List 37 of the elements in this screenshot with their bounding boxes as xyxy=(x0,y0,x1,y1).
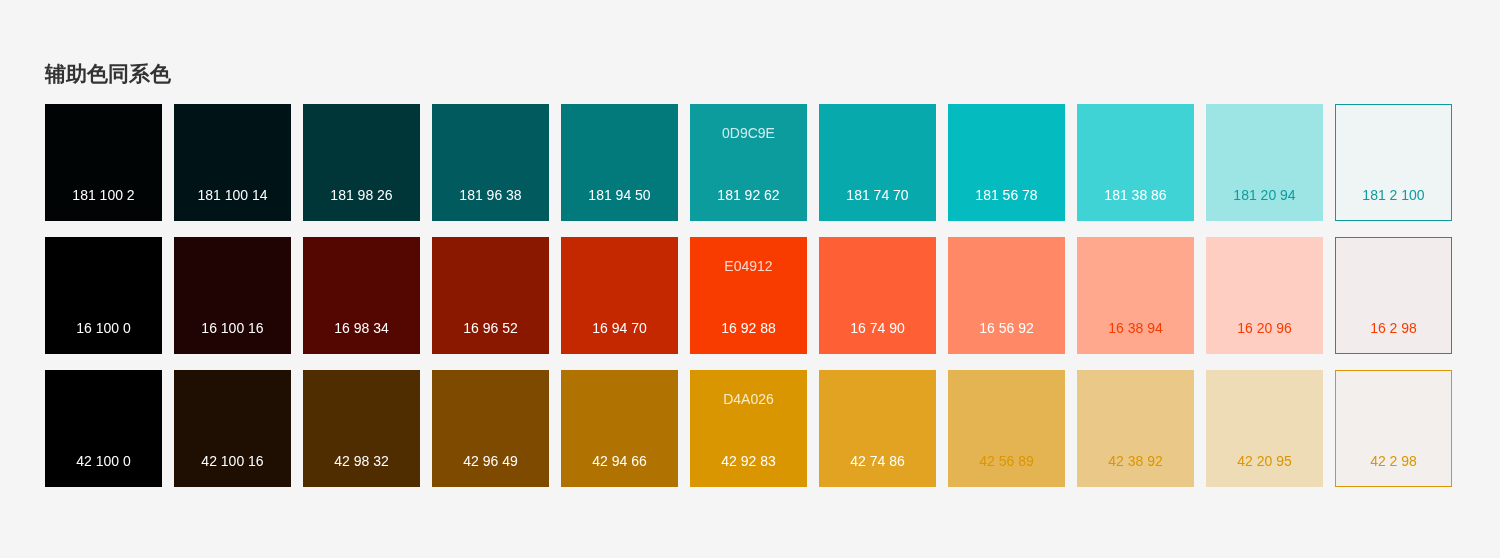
section-title: 辅助色同系色 xyxy=(45,61,172,87)
hsb-value: 42 98 32 xyxy=(334,451,389,471)
hsb-value: 16 94 70 xyxy=(592,318,647,338)
hsb-value: 16 20 96 xyxy=(1237,318,1292,338)
hsb-value: 42 74 86 xyxy=(850,451,905,471)
hsb-value: 42 96 49 xyxy=(463,451,518,471)
hsb-value: 16 38 94 xyxy=(1108,318,1163,338)
hsb-value: 42 94 66 xyxy=(592,451,647,471)
hsb-value: 42 2 98 xyxy=(1370,451,1417,471)
hsb-value: 181 96 38 xyxy=(459,185,522,205)
hex-code: D4A026 xyxy=(723,389,774,407)
hsb-value: 16 2 98 xyxy=(1370,318,1417,338)
hsb-value: 42 100 16 xyxy=(201,451,264,471)
hsb-value: 181 98 26 xyxy=(330,185,393,205)
hsb-value: 181 94 50 xyxy=(588,185,651,205)
hsb-value: 42 20 95 xyxy=(1237,451,1292,471)
hsb-value: 181 20 94 xyxy=(1233,185,1296,205)
hsb-value: 16 100 0 xyxy=(76,318,131,338)
hsb-value: 181 38 86 xyxy=(1104,185,1167,205)
hsb-value: 42 56 89 xyxy=(979,451,1034,471)
hsb-value: 181 100 14 xyxy=(197,185,268,205)
hsb-value: 16 92 88 xyxy=(721,318,776,338)
hsb-value: 16 56 92 xyxy=(979,318,1034,338)
hsb-value: 181 2 100 xyxy=(1362,185,1425,205)
hsb-value: 42 92 83 xyxy=(721,451,776,471)
hsb-value: 181 92 62 xyxy=(717,185,780,205)
hsb-value: 42 100 0 xyxy=(76,451,131,471)
hex-code: 0D9C9E xyxy=(722,123,775,141)
hsb-value: 16 74 90 xyxy=(850,318,905,338)
hsb-value: 16 96 52 xyxy=(463,318,518,338)
hex-code: E04912 xyxy=(724,256,773,274)
hsb-value: 16 98 34 xyxy=(334,318,389,338)
hsb-value: 16 100 16 xyxy=(201,318,264,338)
hsb-value: 42 38 92 xyxy=(1108,451,1163,471)
hsb-value: 181 100 2 xyxy=(72,185,135,205)
hsb-value: 181 56 78 xyxy=(975,185,1038,205)
hsb-value: 181 74 70 xyxy=(846,185,909,205)
